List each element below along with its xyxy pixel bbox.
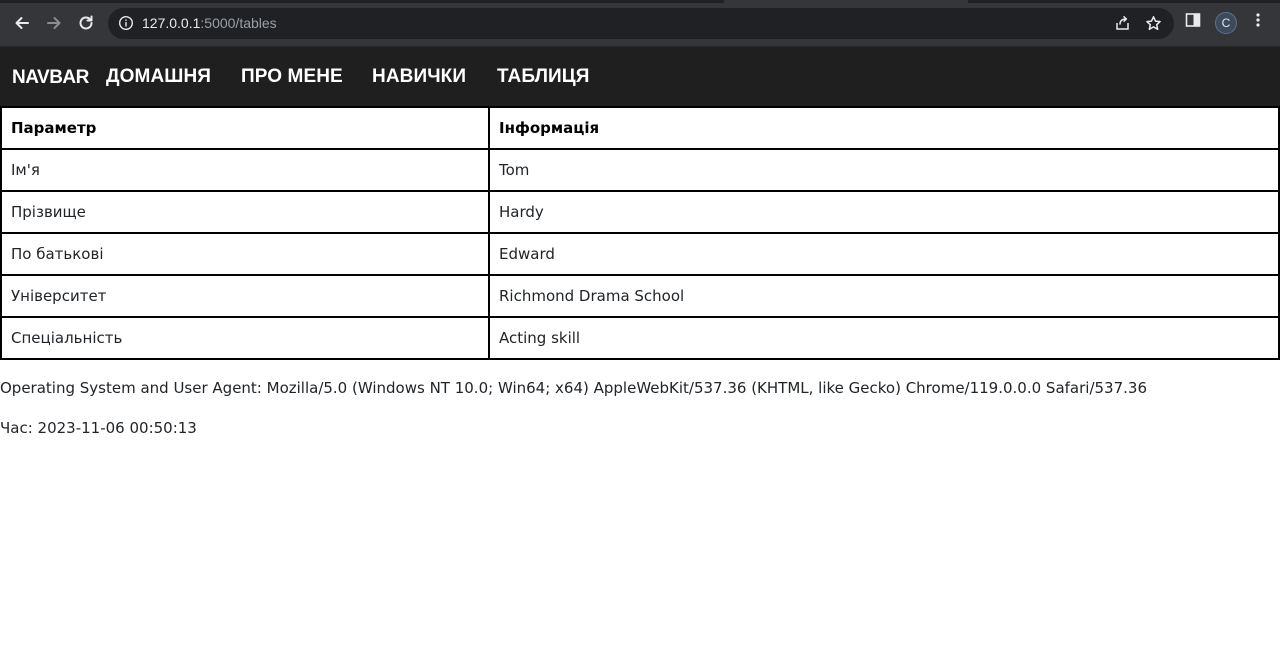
nav-link-about[interactable]: ПРО МЕНЕ xyxy=(241,66,343,88)
parameter-cell: Спеціальність xyxy=(0,316,490,360)
value-cell: Richmond Drama School xyxy=(488,274,1280,318)
nav-link-home[interactable]: ДОМАШНЯ xyxy=(106,66,211,88)
more-menu-icon[interactable] xyxy=(1250,12,1266,28)
back-button[interactable] xyxy=(8,9,36,37)
column-header-parameter: Параметр xyxy=(0,106,490,150)
value-cell: Acting skill xyxy=(488,316,1280,360)
table-row: По батькові Edward xyxy=(0,232,1280,276)
value-cell: Tom xyxy=(488,148,1280,192)
parameter-cell: Прізвище xyxy=(0,190,490,234)
info-table: Параметр Інформація Ім'я Tom Прізвище Ha… xyxy=(0,106,1280,360)
parameter-cell: По батькові xyxy=(0,232,490,276)
site-navbar: NAVBAR ДОМАШНЯ ПРО МЕНЕ НАВИЧКИ ТАБЛИЦЯ xyxy=(0,46,1280,106)
time-text: Час: 2023-11-06 00:50:13 xyxy=(0,419,197,437)
value-cell: Hardy xyxy=(488,190,1280,234)
profile-avatar[interactable]: C xyxy=(1215,12,1237,34)
user-agent-text: Operating System and User Agent: Mozilla… xyxy=(0,379,1147,397)
address-bar[interactable]: 127.0.0.1:5000/tables xyxy=(108,8,1174,39)
bookmark-star-icon[interactable] xyxy=(1145,15,1162,32)
forward-button[interactable] xyxy=(40,9,68,37)
table-row: Ім'я Tom xyxy=(0,148,1280,192)
browser-toolbar: 127.0.0.1:5000/tables C xyxy=(0,0,1280,46)
reload-icon xyxy=(79,15,93,30)
nav-link-table[interactable]: ТАБЛИЦЯ xyxy=(497,66,590,88)
url-host: 127.0.0.1 xyxy=(142,15,201,31)
parameter-cell: Ім'я xyxy=(0,148,490,192)
reload-button[interactable] xyxy=(72,9,100,37)
info-icon[interactable] xyxy=(118,15,134,31)
table-header-row: Параметр Інформація xyxy=(0,106,1280,150)
arrow-right-icon xyxy=(47,17,61,29)
tab-strip xyxy=(0,0,1280,3)
parameter-cell: Університет xyxy=(0,274,490,318)
column-header-information: Інформація xyxy=(488,106,1280,150)
table-row: Спеціальність Acting skill xyxy=(0,316,1280,360)
table-row: Прізвище Hardy xyxy=(0,190,1280,234)
share-icon[interactable] xyxy=(1114,15,1131,32)
url-text[interactable]: 127.0.0.1:5000/tables xyxy=(142,15,277,31)
url-path: :5000/tables xyxy=(200,15,277,31)
table-row: Університет Richmond Drama School xyxy=(0,274,1280,318)
navbar-brand[interactable]: NAVBAR xyxy=(12,67,89,89)
side-panel-icon[interactable] xyxy=(1185,12,1201,28)
value-cell: Edward xyxy=(488,232,1280,276)
arrow-left-icon xyxy=(15,17,29,29)
nav-link-skills[interactable]: НАВИЧКИ xyxy=(372,66,466,88)
